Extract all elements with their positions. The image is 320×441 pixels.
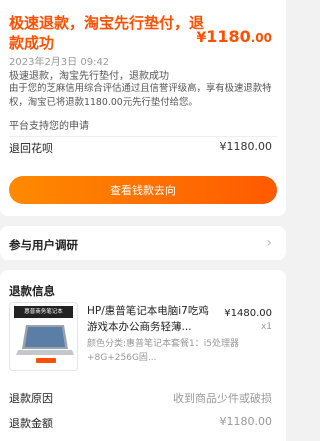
amount-decimal: .00 [250,31,272,45]
view-money-flow-button[interactable]: 查看钱款去向 [9,176,277,204]
product-thumbnail[interactable]: 惠普商务笔记本 [9,302,78,371]
refund-timestamp: 2023年2月3日 09:42 [9,57,110,68]
refund-destination-value: ¥1180.00 [219,140,273,153]
refund-info-title: 退款信息 [9,284,55,298]
amount-integer: 1180 [206,27,251,46]
refund-amount-label: 退款金额 [9,417,53,430]
refund-status-card: 极速退款，淘宝先行垫付，退款成功 ¥1180.00 2023年2月3日 09:4… [0,0,286,216]
refund-amount-value: ¥1180.00 [219,415,273,428]
refund-reason-label: 退款原因 [9,392,53,405]
laptop-icon [16,325,74,363]
survey-title: 参与用户调研 [9,238,78,252]
refund-info-card: 退款信息 惠普商务笔记本 HP/惠普笔记本电脑i7吃鸡游戏本办公商务轻薄... … [0,270,286,441]
refund-status-title: 极速退款，淘宝先行垫付，退款成功 [9,14,205,52]
refund-reason-value: 收到商品少件或破损 [173,392,272,405]
platform-note: 平台支持您的申请 [9,121,89,132]
refund-amount: ¥1180.00 [196,27,272,46]
divider [9,136,277,137]
refund-description: 由于您的芝麻信用综合评估通过且信誉评级高，享有极速退款特权，淘宝已将退款1180… [9,83,272,108]
product-price: ¥1480.00 [224,308,272,319]
refund-destination-label: 退回花呗 [9,142,53,155]
product-spec: 颜色分类:惠普笔记本套餐1：i5处理器+8G+256G固... [87,339,239,363]
amount-currency: ¥ [196,30,207,46]
refund-subtitle: 极速退款，淘宝先行垫付，退款成功 [9,71,169,82]
product-quantity: x1 [260,322,272,332]
product-title[interactable]: HP/惠普笔记本电脑i7吃鸡游戏本办公商务轻薄... [87,303,215,335]
chevron-right-icon: › [266,235,272,251]
user-survey-row[interactable]: 参与用户调研 › [0,226,286,260]
